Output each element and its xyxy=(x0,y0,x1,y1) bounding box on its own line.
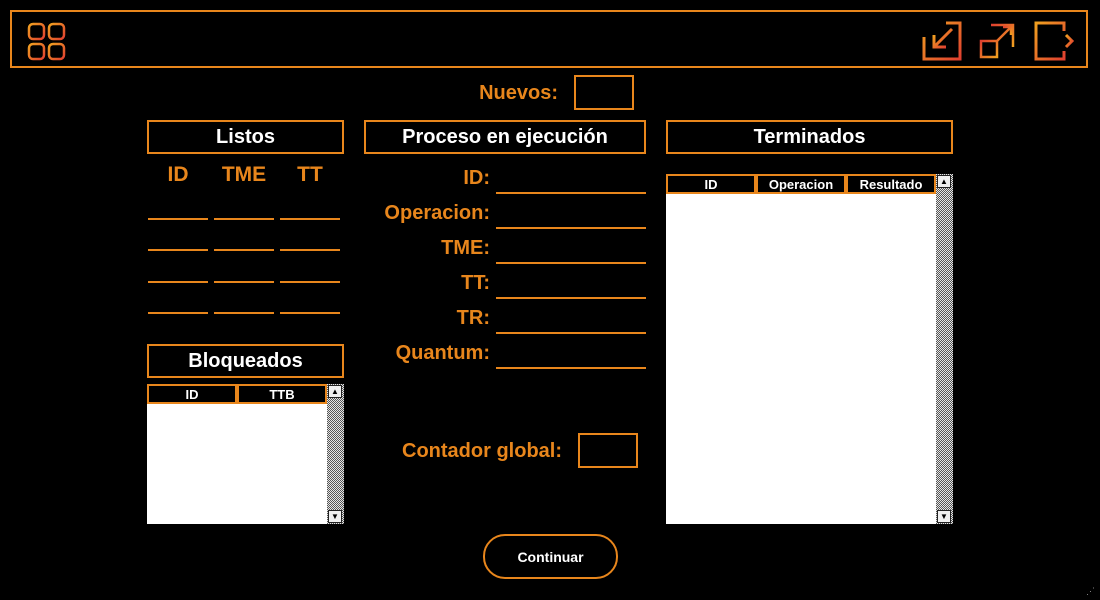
proceso-label-tr: TR: xyxy=(456,307,490,329)
terminados-scrollbar[interactable]: ▲ ▼ xyxy=(936,174,953,524)
proceso-label-tt: TT: xyxy=(461,272,490,294)
top-bar xyxy=(10,10,1088,68)
proceso-title: Proceso en ejecución xyxy=(364,120,646,154)
listos-cell xyxy=(280,281,340,283)
scroll-down-icon[interactable]: ▼ xyxy=(937,510,951,523)
bloqueados-col-ttb[interactable]: TTB xyxy=(237,384,327,404)
listos-cell xyxy=(280,312,340,314)
exit-icon[interactable] xyxy=(1034,21,1076,61)
proceso-label-quantum: Quantum: xyxy=(395,342,490,364)
proceso-value-tt xyxy=(496,297,646,299)
listos-cell xyxy=(148,312,208,314)
listos-cell xyxy=(148,218,208,220)
proceso-label-operacion: Operacion: xyxy=(384,202,490,224)
scroll-up-icon[interactable]: ▲ xyxy=(937,175,951,188)
continuar-button[interactable]: Continuar xyxy=(483,534,618,579)
terminados-col-resultado[interactable]: Resultado xyxy=(846,174,936,194)
proceso-value-operacion xyxy=(496,227,646,229)
terminados-title: Terminados xyxy=(666,120,953,154)
proceso-value-quantum xyxy=(496,367,646,369)
bloqueados-table[interactable]: ID TTB xyxy=(147,384,327,524)
terminados-col-id[interactable]: ID xyxy=(666,174,756,194)
listos-col-tme: TME xyxy=(221,163,267,186)
listos-cell xyxy=(148,281,208,283)
proceso-value-tme xyxy=(496,262,646,264)
terminados-col-operacion[interactable]: Operacion xyxy=(756,174,846,194)
grid-icon[interactable] xyxy=(26,22,68,62)
nuevos-label: Nuevos: xyxy=(479,82,558,104)
listos-title: Listos xyxy=(147,120,344,154)
listos-col-id: ID xyxy=(167,163,189,186)
bloqueados-col-id[interactable]: ID xyxy=(147,384,237,404)
listos-col-tt: TT xyxy=(297,163,323,186)
resize-grip-icon[interactable]: ⋰ xyxy=(1086,586,1096,596)
listos-cell xyxy=(280,218,340,220)
nuevos-value-box xyxy=(574,75,634,110)
listos-cell xyxy=(214,281,274,283)
bloqueados-title: Bloqueados xyxy=(147,344,344,378)
listos-cell xyxy=(214,312,274,314)
minimize-icon[interactable] xyxy=(922,21,962,61)
proceso-value-id xyxy=(496,192,646,194)
scroll-up-icon[interactable]: ▲ xyxy=(328,385,342,398)
proceso-label-tme: TME: xyxy=(441,237,490,259)
proceso-value-tr xyxy=(496,332,646,334)
listos-cell xyxy=(148,249,208,251)
contador-label: Contador global: xyxy=(402,440,562,462)
scroll-down-icon[interactable]: ▼ xyxy=(328,510,342,523)
listos-cell xyxy=(214,249,274,251)
listos-cell xyxy=(214,218,274,220)
proceso-label-id: ID: xyxy=(463,167,490,189)
maximize-icon[interactable] xyxy=(979,23,1015,59)
terminados-table[interactable]: ID Operacion Resultado xyxy=(666,174,936,524)
contador-value-box xyxy=(578,433,638,468)
listos-cell xyxy=(280,249,340,251)
bloqueados-scrollbar[interactable]: ▲ ▼ xyxy=(327,384,344,524)
